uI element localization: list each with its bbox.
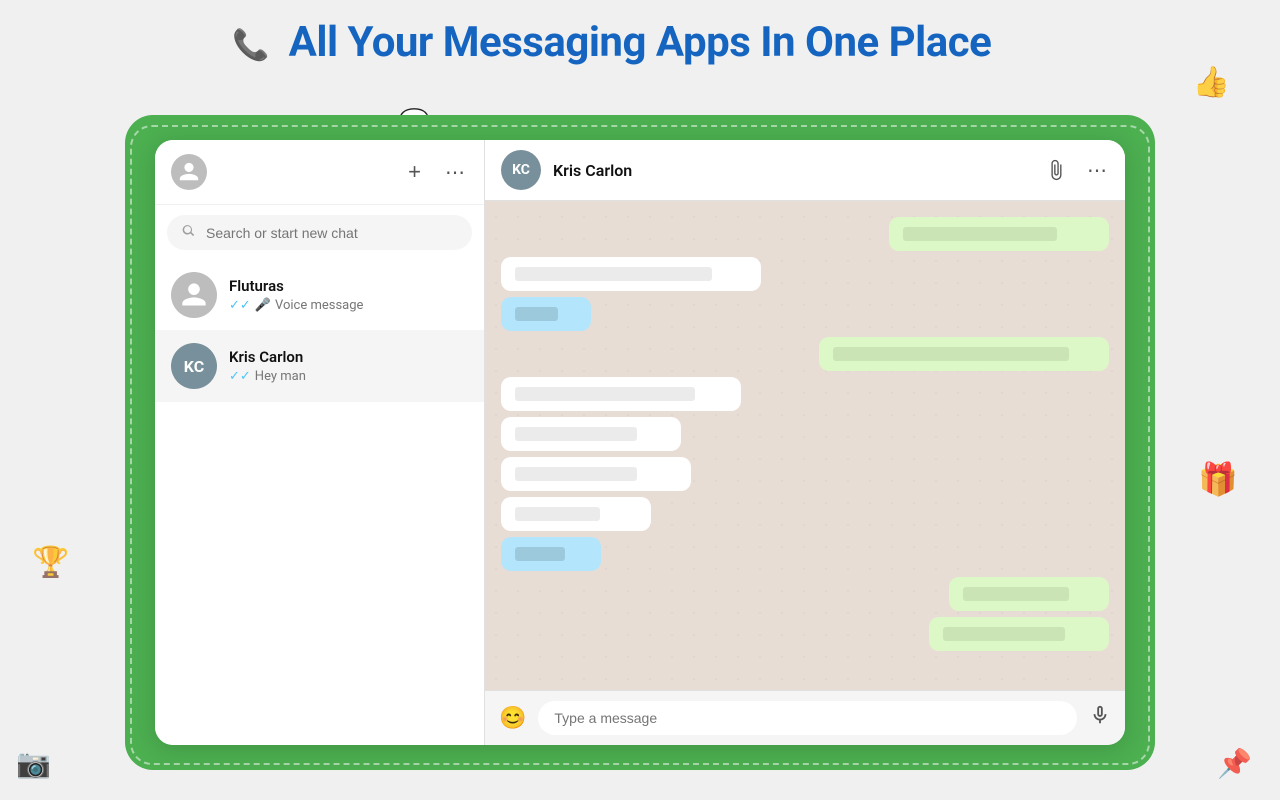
more-icon: ⋯ [445,160,466,185]
chat-list: Fluturas ✓✓ 🎤 Voice message KC Kris [155,260,484,745]
kris-carlon-name: Kris Carlon [229,348,468,366]
message-bubble-received-3 [501,417,681,451]
chat-more-button[interactable]: ⋯ [1085,156,1109,185]
message-bubble-sent-2 [819,337,1109,371]
kris-carlon-avatar-sidebar: KC [171,343,217,389]
sidebar-header-actions: + ⋯ [406,157,468,187]
add-icon: + [408,159,421,185]
chat-item-fluturas[interactable]: Fluturas ✓✓ 🎤 Voice message [155,260,484,331]
chat-contact-name: Kris Carlon [553,161,1031,180]
trophy-icon: 🏆 [32,545,69,580]
chat-area: KC Kris Carlon ⋯ [485,140,1125,745]
chat-header-actions: ⋯ [1043,156,1109,185]
message-bubble-received-blue-2 [501,537,601,571]
double-check-icon-kc: ✓✓ [229,369,251,384]
app-body: + ⋯ [155,140,1125,745]
fluturas-preview: ✓✓ 🎤 Voice message [229,298,468,313]
attach-button[interactable] [1043,157,1069,183]
page-header: All Your Messaging Apps In One Place [0,0,1280,67]
app-window: + ⋯ [155,140,1125,745]
message-bubble-received-4 [501,457,691,491]
emoji-button[interactable]: 😊 [499,705,526,731]
sidebar: + ⋯ [155,140,485,745]
kris-carlon-chat-info: Kris Carlon ✓✓ Hey man [229,348,468,384]
new-chat-button[interactable]: + [406,157,423,187]
camera-icon: 📷 [16,747,51,780]
search-bar[interactable] [167,215,472,250]
double-check-icon: ✓✓ [229,298,251,313]
more-options-button[interactable]: ⋯ [443,158,468,187]
mic-button[interactable] [1089,704,1111,732]
kris-carlon-avatar-header: KC [501,150,541,190]
message-bubble-sent-1 [889,217,1109,251]
page-title: All Your Messaging Apps In One Place [0,18,1280,67]
chat-item-kris-carlon[interactable]: KC Kris Carlon ✓✓ Hey man [155,331,484,402]
message-bubble-sent-3 [949,577,1109,611]
fluturas-chat-info: Fluturas ✓✓ 🎤 Voice message [229,277,468,313]
message-bubble-received-5 [501,497,651,531]
fluturas-avatar [171,272,217,318]
messages-area [485,201,1125,690]
kris-carlon-preview: ✓✓ Hey man [229,369,468,384]
chat-header: KC Kris Carlon ⋯ [485,140,1125,201]
search-input[interactable] [206,225,458,241]
search-icon [181,223,196,242]
message-bubble-sent-4 [929,617,1109,651]
mic-icon: 🎤 [255,298,271,313]
fluturas-name: Fluturas [229,277,468,295]
user-avatar[interactable] [171,154,207,190]
message-bubble-received-1 [501,257,761,291]
message-input[interactable] [538,701,1077,735]
message-bubble-received-blue-1 [501,297,591,331]
message-bubble-received-2 [501,377,741,411]
gift-icon: 🎁 [1198,460,1238,498]
thumbsup-icon: 👍 [1193,65,1230,100]
pin-icon: 📌 [1217,747,1252,780]
sidebar-header: + ⋯ [155,140,484,205]
chat-input-bar: 😊 [485,690,1125,745]
chat-more-icon: ⋯ [1087,158,1107,183]
